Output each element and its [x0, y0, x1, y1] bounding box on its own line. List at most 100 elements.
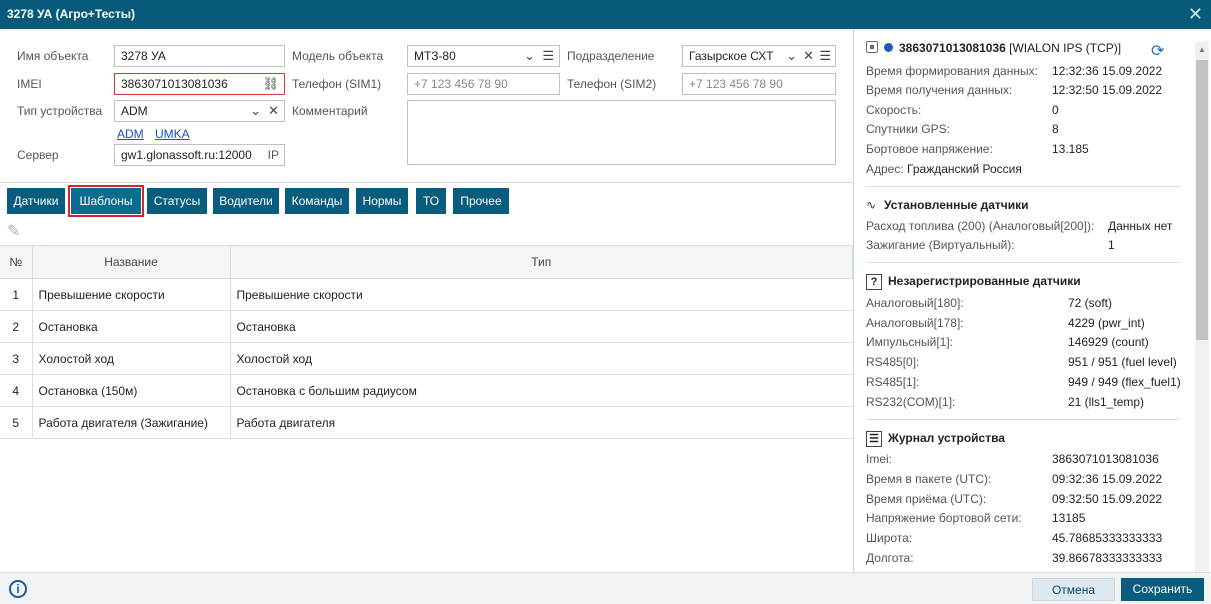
- journal-row: Imei: 3863071013081036: [866, 452, 1159, 466]
- divider: [866, 186, 1180, 187]
- menu-icon[interactable]: ☰: [819, 46, 831, 66]
- chevron-down-icon[interactable]: ⌄: [250, 101, 261, 121]
- scrollbar-thumb[interactable]: [1196, 60, 1208, 340]
- journal-row: Время приёма (UTC): 09:32:50 15.09.2022: [866, 492, 1163, 506]
- pulse-icon: ∿: [866, 198, 877, 212]
- row-number: 4: [0, 374, 33, 407]
- address-row: Адрес: Гражданский Россия: [866, 162, 1022, 176]
- division-label: Подразделение: [567, 49, 655, 63]
- sensor-row: RS232(COM)[1]: 21 (lls1_temp): [866, 395, 1145, 409]
- table-row[interactable]: 5 Работа двигателя (Зажигание) Работа дв…: [0, 406, 853, 439]
- close-icon[interactable]: ✕: [1188, 5, 1203, 23]
- tab-norms[interactable]: Нормы: [356, 188, 408, 214]
- sensor-row: Импульсный[1]: 146929 (count): [866, 335, 1149, 349]
- table-row[interactable]: 1 Превышение скорости Превышение скорост…: [0, 278, 853, 311]
- row-number: 2: [0, 310, 33, 343]
- divider: [866, 419, 1180, 420]
- column-header-name: Название: [32, 245, 231, 279]
- division-value: Газырское СХТ: [689, 49, 774, 63]
- sensor-row: Аналоговый[180]: 72 (soft): [866, 296, 1113, 310]
- server-label: Сервер: [17, 148, 59, 162]
- device-header: 3863071013081036 [WIALON IPS (TCP)]: [866, 41, 1121, 55]
- server-ip-label[interactable]: IP: [268, 145, 279, 165]
- journal-row: Долгота: 39.86678333333333: [866, 551, 1163, 565]
- device-id: 3863071013081036: [899, 41, 1006, 55]
- chevron-down-icon[interactable]: ⌄: [786, 46, 797, 66]
- sensor-row: Расход топлива (200) (Аналоговый[200]): Д…: [866, 219, 1173, 233]
- server-input[interactable]: gw1.glonassoft.ru:12000 IP: [114, 144, 285, 166]
- installed-sensors-title: ∿ Установленные датчики: [866, 198, 1029, 212]
- row-name: Работа двигателя (Зажигание): [32, 406, 231, 439]
- row-name: Холостой ход: [32, 342, 231, 375]
- table-header-row: № Название Тип: [0, 245, 853, 279]
- imei-input[interactable]: 3863071013081036 ⛓: [114, 73, 285, 95]
- divider: [0, 182, 854, 183]
- clear-icon[interactable]: ✕: [803, 46, 814, 66]
- info-row: Время формирования данных: 12:32:36 15.09…: [866, 64, 1163, 78]
- server-value: gw1.glonassoft.ru:12000: [121, 148, 252, 162]
- tab-commands[interactable]: Команды: [285, 188, 349, 214]
- row-number: 3: [0, 342, 33, 375]
- table-row[interactable]: 4 Остановка (150м) Остановка с большим р…: [0, 374, 853, 407]
- name-label: Имя объекта: [17, 49, 89, 63]
- column-header-type: Тип: [230, 245, 853, 279]
- tab-drivers[interactable]: Водители: [213, 188, 279, 214]
- question-icon: ?: [866, 274, 882, 290]
- tab-templates[interactable]: Шаблоны: [68, 185, 144, 217]
- unregistered-sensors-title: ? Незарегистрированные датчики: [866, 274, 1081, 290]
- table-row[interactable]: 2 Остановка Остановка: [0, 310, 853, 343]
- status-dot: [884, 43, 893, 52]
- window-titlebar: 3278 УА (Агро+Тесты) ✕: [0, 0, 1211, 29]
- model-value: МТЗ-80: [414, 49, 456, 63]
- phone2-label: Телефон (SIM2): [567, 77, 657, 91]
- device-type-select[interactable]: ADM ⌄ ✕: [114, 100, 285, 122]
- row-type: Остановка: [230, 310, 853, 343]
- comment-label: Комментарий: [292, 104, 368, 118]
- panel-scrollbar[interactable]: ▲: [1195, 42, 1209, 572]
- link-icon[interactable]: ⛓: [262, 74, 279, 94]
- tab-other[interactable]: Прочее: [453, 188, 509, 214]
- info-row: Скорость: 0: [866, 103, 1059, 117]
- scroll-up-icon[interactable]: ▲: [1198, 45, 1206, 54]
- comment-textarea[interactable]: [407, 100, 836, 165]
- table-row[interactable]: 3 Холостой ход Холостой ход: [0, 342, 853, 375]
- journal-row: Время в пакете (UTC): 09:32:36 15.09.2022: [866, 472, 1163, 486]
- device-protocol: [WIALON IPS (TCP)]: [1009, 41, 1122, 55]
- device-type-label: Тип устройства: [17, 104, 103, 118]
- adm-link[interactable]: ADM: [117, 127, 144, 141]
- sensor-row: RS485[1]: 949 / 949 (flex_fuel1): [866, 375, 1181, 389]
- dialog-footer: i Отмена Сохранить: [0, 572, 1211, 604]
- division-select[interactable]: Газырское СХТ ⌄ ✕ ☰: [682, 45, 836, 67]
- chevron-down-icon[interactable]: ⌄: [524, 46, 535, 66]
- info-row: Бортовое напряжение: 13.185: [866, 142, 1089, 156]
- list-icon: ☰: [866, 431, 882, 447]
- column-header-number: №: [0, 245, 33, 279]
- tab-statuses[interactable]: Статусы: [147, 188, 207, 214]
- row-type: Работа двигателя: [230, 406, 853, 439]
- pencil-icon[interactable]: ✎: [7, 221, 20, 241]
- row-number: 1: [0, 278, 33, 311]
- clear-icon[interactable]: ✕: [268, 101, 279, 121]
- window-title: 3278 УА (Агро+Тесты): [7, 7, 135, 21]
- row-name: Остановка: [32, 310, 231, 343]
- row-type: Остановка с большим радиусом: [230, 374, 853, 407]
- row-name: Превышение скорости: [32, 278, 231, 311]
- tab-sensors[interactable]: Датчики: [7, 188, 65, 214]
- info-icon[interactable]: i: [9, 580, 27, 598]
- menu-icon[interactable]: ☰: [542, 46, 554, 66]
- tab-maintenance[interactable]: ТО: [416, 188, 446, 214]
- phone2-input[interactable]: +7 123 456 78 90: [682, 73, 836, 95]
- phone1-label: Телефон (SIM1): [292, 77, 382, 91]
- model-select[interactable]: МТЗ-80 ⌄ ☰: [407, 45, 560, 67]
- phone1-input[interactable]: +7 123 456 78 90: [407, 73, 560, 95]
- imei-value: 3863071013081036: [121, 77, 228, 91]
- refresh-icon[interactable]: ⟳: [1151, 41, 1164, 61]
- row-name: Остановка (150м): [32, 374, 231, 407]
- name-input[interactable]: 3278 УА: [114, 45, 285, 67]
- row-number: 5: [0, 406, 33, 439]
- cancel-button[interactable]: Отмена: [1032, 578, 1115, 601]
- templates-table: № Название Тип 1 Превышение скорости Пре…: [0, 245, 853, 439]
- umka-link[interactable]: UMKA: [155, 127, 190, 141]
- sensor-row: RS485[0]: 951 / 951 (fuel level): [866, 355, 1177, 369]
- save-button[interactable]: Сохранить: [1121, 578, 1204, 601]
